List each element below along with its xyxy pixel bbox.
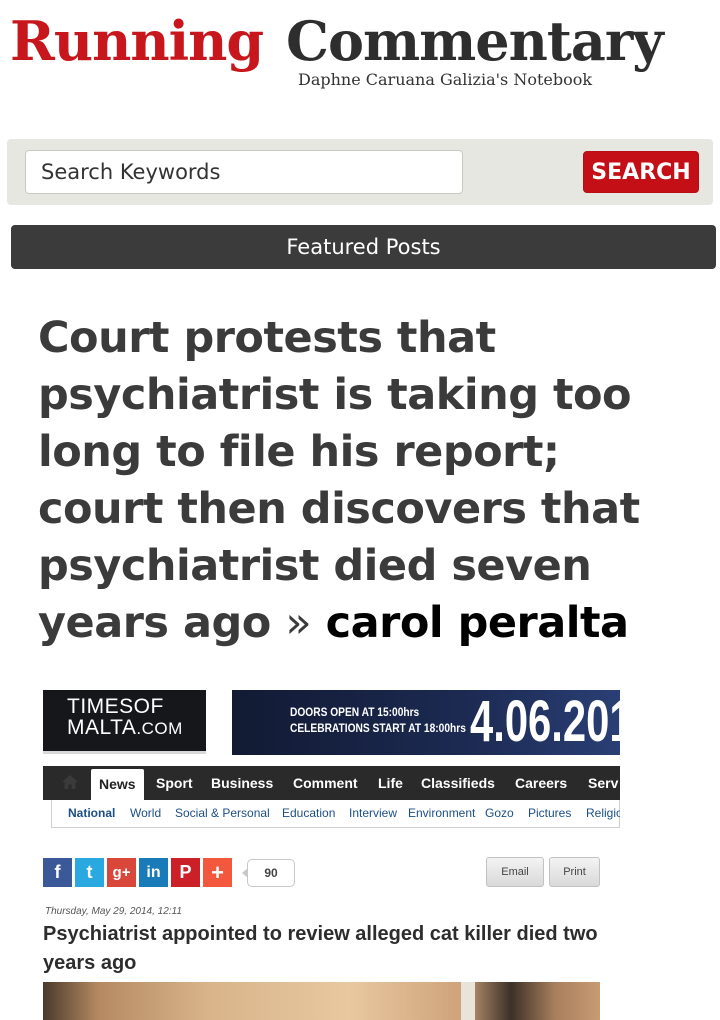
- promo-doors-text: DOORS OPEN AT 15:00hrs: [290, 705, 420, 719]
- logo-line-2: MALTA.COM: [67, 717, 183, 739]
- nav-comment: Comment: [293, 775, 358, 791]
- nav-life: Life: [378, 775, 403, 791]
- twitter-icon: t: [75, 858, 104, 887]
- subnav-education: Education: [282, 806, 336, 820]
- subnav-religion: Religio: [586, 806, 620, 820]
- promo-date: 4.06.201: [470, 690, 620, 754]
- share-count: 90: [242, 859, 295, 887]
- pinterest-icon: P: [171, 858, 200, 887]
- embedded-article-screenshot: TIMESOF MALTA.COM DOORS OPEN AT 15:00hrs…: [42, 688, 620, 1020]
- subnav-interview: Interview: [349, 806, 398, 820]
- subnav-gozo: Gozo: [485, 806, 514, 820]
- logo-word-running: Running: [10, 9, 264, 73]
- post-author-link[interactable]: carol peralta: [326, 598, 629, 648]
- subnav-pictures: Pictures: [528, 806, 572, 820]
- nav-sport: Sport: [156, 775, 193, 791]
- addthis-icon: +: [203, 858, 232, 887]
- googleplus-icon: g+: [107, 858, 136, 887]
- promo-celebrations-text: CELEBRATIONS START AT 18:00hrs: [290, 721, 466, 735]
- subnav-world: World: [130, 806, 162, 820]
- site-nav: News Sport Business Comment Life Classif…: [43, 766, 620, 800]
- article-photo: [43, 982, 600, 1020]
- home-icon: [53, 771, 87, 795]
- search-button[interactable]: SEARCH: [583, 151, 699, 193]
- site-subnav: National World Social & Personal Educati…: [51, 800, 620, 828]
- post-title: Court protests that psychiatrist is taki…: [38, 310, 698, 652]
- subnav-social-personal: Social & Personal: [175, 806, 270, 820]
- promo-banner: DOORS OPEN AT 15:00hrs CELEBRATIONS STAR…: [232, 690, 620, 755]
- featured-posts-bar[interactable]: Featured Posts: [11, 225, 716, 269]
- search-input[interactable]: [25, 150, 463, 194]
- linkedin-icon: in: [139, 858, 168, 887]
- nav-news: News: [91, 769, 144, 800]
- article-title: Psychiatrist appointed to review alleged…: [43, 923, 598, 974]
- article-date: Thursday, May 29, 2014, 12:11: [45, 906, 182, 917]
- site-logo[interactable]: Running Commentary Daphne Caruana Galizi…: [10, 8, 690, 98]
- facebook-icon: f: [43, 858, 72, 887]
- logo-tagline: Daphne Caruana Galizia's Notebook: [298, 70, 593, 89]
- logo-line-2-suffix: .COM: [136, 719, 183, 738]
- nav-services: Serv: [588, 775, 619, 791]
- title-separator: »: [285, 598, 312, 648]
- logo-word-commentary: Commentary: [286, 9, 664, 73]
- logo-line-1: TIMESOF: [67, 695, 164, 718]
- search-bar: SEARCH: [7, 139, 713, 205]
- nav-classifieds: Classifieds: [421, 775, 495, 791]
- subnav-national: National: [68, 806, 116, 820]
- times-of-malta-logo: TIMESOF MALTA.COM: [43, 690, 206, 754]
- email-button: Email: [486, 857, 544, 887]
- nav-careers: Careers: [515, 775, 568, 791]
- photo-detail: [461, 982, 475, 1020]
- print-button: Print: [549, 857, 600, 887]
- logo-line-2-main: MALTA: [67, 716, 137, 739]
- nav-business: Business: [211, 775, 274, 791]
- subnav-environment: Environment: [408, 806, 476, 820]
